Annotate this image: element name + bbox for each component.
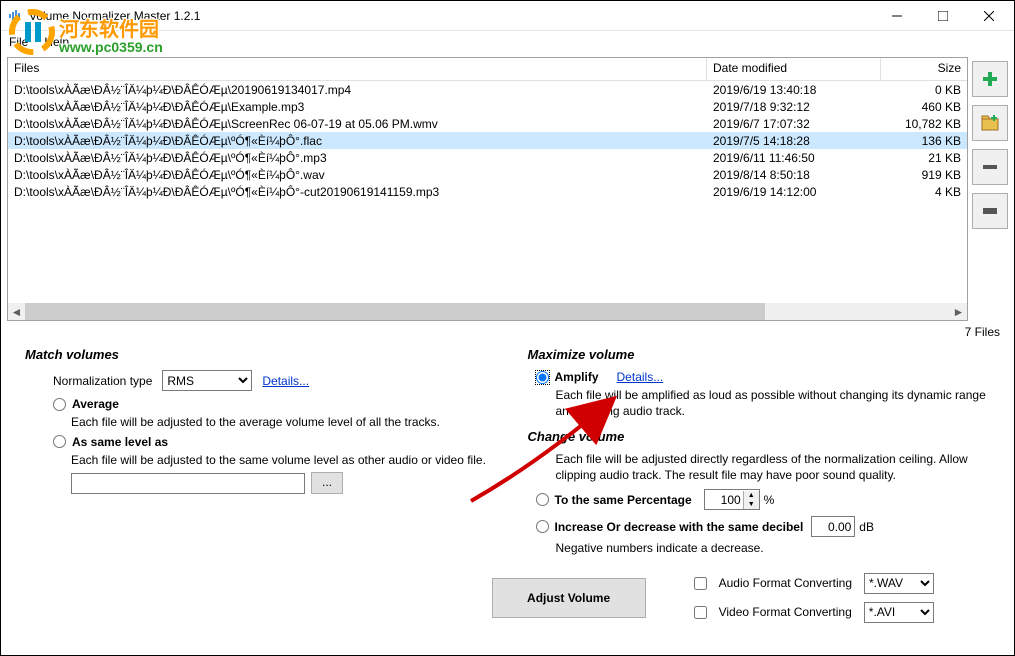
same-level-desc: Each file will be adjusted to the same v… — [71, 453, 486, 469]
match-volumes-title: Match volumes — [25, 347, 488, 362]
add-folder-button[interactable] — [972, 105, 1008, 141]
minus-icon — [980, 157, 1000, 177]
add-file-button[interactable] — [972, 61, 1008, 97]
amplify-details-link[interactable]: Details... — [617, 370, 664, 384]
average-radio[interactable] — [53, 398, 66, 411]
cell-file: D:\tools\xÀÃæ\ÐÂ½¨ÎÄ¼þ¼Ð\ÐÂÊÓÆµ\ºÓ¶«Èí¼þ… — [8, 151, 707, 165]
maximize-button[interactable] — [920, 1, 966, 31]
cell-file: D:\tools\xÀÃæ\ÐÂ½¨ÎÄ¼þ¼Ð\ÐÂÊÓÆµ\Example.… — [8, 100, 707, 114]
cell-size: 460 KB — [881, 100, 967, 114]
clear-button[interactable] — [972, 193, 1008, 229]
titlebar: Volume Normalizer Master 1.2.1 — [1, 1, 1014, 31]
average-desc: Each file will be adjusted to the averag… — [71, 415, 440, 431]
scroll-right-icon[interactable]: ► — [950, 303, 967, 320]
same-percentage-label: To the same Percentage — [555, 493, 692, 507]
table-row[interactable]: D:\tools\xÀÃæ\ÐÂ½¨ÎÄ¼þ¼Ð\ÐÂÊÓÆµ\ScreenRe… — [8, 115, 967, 132]
normalization-select[interactable]: RMS — [162, 370, 252, 391]
close-button[interactable] — [966, 1, 1012, 31]
clear-icon — [980, 201, 1000, 221]
browse-button[interactable]: ... — [311, 472, 343, 494]
video-format-checkbox[interactable] — [694, 606, 707, 619]
cell-file: D:\tools\xÀÃæ\ÐÂ½¨ÎÄ¼þ¼Ð\ÐÂÊÓÆµ\ScreenRe… — [8, 117, 707, 131]
audio-format-label: Audio Format Converting — [719, 576, 852, 590]
menu-file[interactable]: File — [9, 35, 28, 49]
table-row[interactable]: D:\tools\xÀÃæ\ÐÂ½¨ÎÄ¼þ¼Ð\ÐÂÊÓÆµ\ºÓ¶«Èí¼þ… — [8, 132, 967, 149]
folder-plus-icon — [980, 113, 1000, 133]
same-level-label: As same level as — [72, 435, 168, 449]
col-size[interactable]: Size — [881, 58, 967, 80]
audio-format-checkbox[interactable] — [694, 577, 707, 590]
table-row[interactable]: D:\tools\xÀÃæ\ÐÂ½¨ÎÄ¼þ¼Ð\ÐÂÊÓÆµ\ºÓ¶«Èí¼þ… — [8, 166, 967, 183]
percent-unit: % — [764, 493, 775, 507]
cell-date: 2019/7/18 9:32:12 — [707, 100, 881, 114]
minimize-button[interactable] — [874, 1, 920, 31]
file-table: Files Date modified Size D:\tools\xÀÃæ\Ð… — [7, 57, 968, 321]
decibel-input[interactable] — [811, 516, 855, 537]
cell-file: D:\tools\xÀÃæ\ÐÂ½¨ÎÄ¼þ¼Ð\ÐÂÊÓÆµ\ºÓ¶«Èí¼þ… — [8, 168, 707, 182]
menu-help[interactable]: Help — [44, 35, 69, 49]
cell-date: 2019/6/7 17:07:32 — [707, 117, 881, 131]
match-details-link[interactable]: Details... — [262, 374, 309, 388]
video-format-select[interactable]: *.AVI — [864, 602, 934, 623]
amplify-desc: Each file will be amplified as loud as p… — [556, 388, 991, 419]
decibel-label: Increase Or decrease with the same decib… — [555, 520, 804, 534]
cell-file: D:\tools\xÀÃæ\ÐÂ½¨ÎÄ¼þ¼Ð\ÐÂÊÓÆµ\20190619… — [8, 83, 707, 97]
remove-button[interactable] — [972, 149, 1008, 185]
same-level-input[interactable] — [71, 473, 305, 494]
average-label: Average — [72, 397, 119, 411]
cell-size: 0 KB — [881, 83, 967, 97]
cell-date: 2019/6/11 11:46:50 — [707, 151, 881, 165]
app-icon — [7, 8, 23, 24]
audio-format-select[interactable]: *.WAV — [864, 573, 934, 594]
cell-file: D:\tools\xÀÃæ\ÐÂ½¨ÎÄ¼þ¼Ð\ÐÂÊÓÆµ\ºÓ¶«Èí¼þ… — [8, 134, 707, 148]
maximize-volume-title: Maximize volume — [528, 347, 991, 362]
decibel-radio[interactable] — [536, 520, 549, 533]
negative-note: Negative numbers indicate a decrease. — [556, 541, 764, 557]
scroll-left-icon[interactable]: ◄ — [8, 303, 25, 320]
change-volume-desc: Each file will be adjusted directly rega… — [556, 452, 991, 483]
file-count: 7 Files — [1, 321, 1014, 341]
same-level-radio[interactable] — [53, 435, 66, 448]
change-volume-title: Change volume — [528, 429, 991, 444]
adjust-volume-button[interactable]: Adjust Volume — [492, 578, 646, 618]
cell-size: 136 KB — [881, 134, 967, 148]
horizontal-scrollbar[interactable]: ◄ ► — [8, 303, 967, 320]
cell-size: 4 KB — [881, 185, 967, 199]
normalization-label: Normalization type — [53, 374, 152, 388]
cell-size: 919 KB — [881, 168, 967, 182]
cell-date: 2019/7/5 14:18:28 — [707, 134, 881, 148]
col-date[interactable]: Date modified — [707, 58, 881, 80]
table-row[interactable]: D:\tools\xÀÃæ\ÐÂ½¨ÎÄ¼þ¼Ð\ÐÂÊÓÆµ\20190619… — [8, 81, 967, 98]
cell-file: D:\tools\xÀÃæ\ÐÂ½¨ÎÄ¼þ¼Ð\ÐÂÊÓÆµ\ºÓ¶«Èí¼þ… — [8, 185, 707, 199]
amplify-label: Amplify — [555, 370, 599, 384]
video-format-label: Video Format Converting — [719, 605, 852, 619]
plus-icon — [980, 69, 1000, 89]
cell-date: 2019/6/19 13:40:18 — [707, 83, 881, 97]
table-row[interactable]: D:\tools\xÀÃæ\ÐÂ½¨ÎÄ¼þ¼Ð\ÐÂÊÓÆµ\Example.… — [8, 98, 967, 115]
percentage-spinner[interactable]: ▲▼ — [704, 489, 760, 510]
window-title: Volume Normalizer Master 1.2.1 — [29, 9, 874, 23]
cell-date: 2019/6/19 14:12:00 — [707, 185, 881, 199]
menubar: File Help — [1, 31, 1014, 53]
cell-size: 21 KB — [881, 151, 967, 165]
cell-date: 2019/8/14 8:50:18 — [707, 168, 881, 182]
col-files[interactable]: Files — [8, 58, 707, 80]
table-row[interactable]: D:\tools\xÀÃæ\ÐÂ½¨ÎÄ¼þ¼Ð\ÐÂÊÓÆµ\ºÓ¶«Èí¼þ… — [8, 149, 967, 166]
db-unit: dB — [859, 520, 874, 534]
amplify-radio[interactable] — [536, 371, 549, 384]
same-percentage-radio[interactable] — [536, 493, 549, 506]
cell-size: 10,782 KB — [881, 117, 967, 131]
table-row[interactable]: D:\tools\xÀÃæ\ÐÂ½¨ÎÄ¼þ¼Ð\ÐÂÊÓÆµ\ºÓ¶«Èí¼þ… — [8, 183, 967, 200]
